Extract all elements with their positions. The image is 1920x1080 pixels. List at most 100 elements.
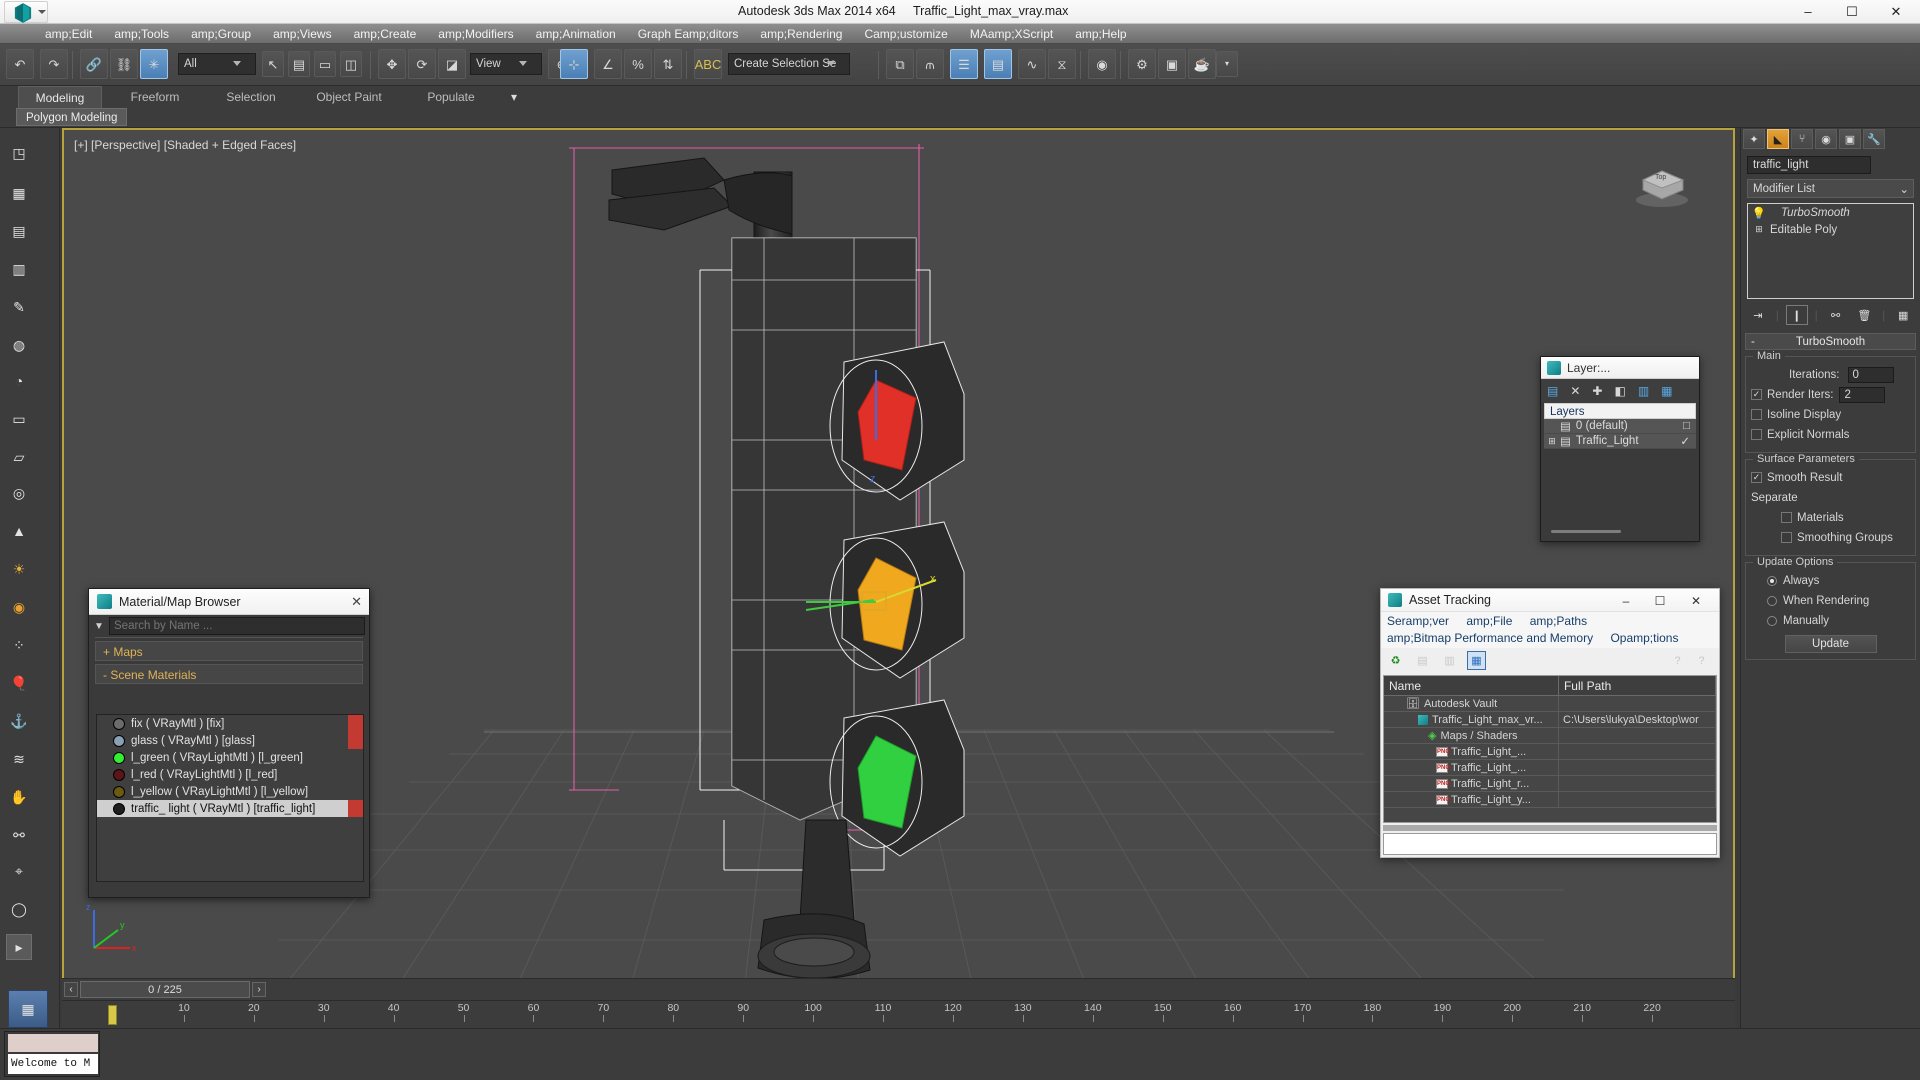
create-tab-icon[interactable]: ✦ bbox=[1743, 129, 1765, 149]
column-header-full-path[interactable]: Full Path bbox=[1559, 676, 1716, 695]
select-object-icon[interactable]: ↖ bbox=[262, 51, 284, 77]
update-button[interactable]: Update bbox=[1784, 635, 1877, 653]
window-crossing-icon[interactable]: ◫ bbox=[340, 51, 362, 77]
explicit-normals-checkbox[interactable] bbox=[1751, 429, 1762, 440]
expand-tools-icon[interactable]: ▸ bbox=[6, 934, 32, 960]
close-icon[interactable]: ✕ bbox=[351, 594, 362, 610]
asset-tracking-dialog[interactable]: Asset Tracking – ☐ ✕ Seramp;ver amp;File… bbox=[1380, 588, 1720, 858]
menu-item-edit[interactable]: amp;Edit bbox=[34, 24, 103, 44]
list-view-icon[interactable]: ▤ bbox=[1413, 651, 1432, 670]
render-dropdown-icon[interactable]: ▾ bbox=[1216, 51, 1238, 77]
menu-item-views[interactable]: amp;Views bbox=[262, 24, 342, 44]
track-bar[interactable]: 10 20 30 40 50 60 70 80 90 100 110 120 130 140 150 160 1… bbox=[62, 1000, 1735, 1028]
menu-item-help[interactable]: amp;Help bbox=[1064, 24, 1137, 44]
select-scale-icon[interactable]: ◪ bbox=[438, 49, 466, 79]
minimize-button[interactable]: – bbox=[1786, 0, 1830, 23]
render-frame-window-icon[interactable]: ▣ bbox=[1158, 49, 1186, 79]
mini-listener-input[interactable] bbox=[8, 1034, 98, 1052]
mirror-icon[interactable]: ⧉ bbox=[886, 49, 914, 79]
asset-horizontal-scrollbar[interactable] bbox=[1383, 825, 1717, 831]
ribbon-tab-object-paint[interactable]: Object Paint bbox=[300, 86, 398, 108]
balloon-icon[interactable]: 🎈 bbox=[6, 670, 32, 696]
motion-tab-icon[interactable]: ◉ bbox=[1815, 129, 1837, 149]
mini-listener-output[interactable]: Welcome to M bbox=[8, 1054, 98, 1074]
ribbon-tab-modeling[interactable]: Modeling bbox=[18, 86, 102, 108]
select-objects-icon[interactable]: ◧ bbox=[1614, 384, 1625, 398]
viewport-label[interactable]: [+] [Perspective] [Shaded + Edged Faces] bbox=[74, 138, 296, 152]
configure-modifier-sets-icon[interactable]: ▦ bbox=[1892, 305, 1914, 325]
separate-materials-checkbox[interactable] bbox=[1781, 512, 1792, 523]
select-tool-icon[interactable]: ◳ bbox=[6, 140, 32, 166]
coordinate-system-combo[interactable]: View bbox=[470, 53, 542, 75]
modifier-list-combo[interactable]: Modifier List ⌄ bbox=[1747, 179, 1914, 198]
plus-box-icon[interactable]: ⊞ bbox=[1751, 224, 1767, 235]
cone-tool-icon[interactable]: ▲ bbox=[6, 518, 32, 544]
whats-this-icon[interactable]: ? bbox=[1692, 651, 1711, 670]
unlink-icon[interactable]: ⛓ bbox=[110, 49, 138, 79]
list-tool-icon[interactable]: ▥ bbox=[6, 256, 32, 282]
snap-toggle-icon[interactable]: ⊹ bbox=[560, 49, 588, 79]
grid-tool-icon[interactable]: ▦ bbox=[6, 180, 32, 206]
asset-row[interactable]: Traffic_Light_max_vr... C:\Users\lukya\D… bbox=[1384, 712, 1716, 728]
selection-filter-combo[interactable]: All bbox=[178, 53, 256, 75]
display-tab-icon[interactable]: ▣ bbox=[1839, 129, 1861, 149]
select-region-icon[interactable]: ▭ bbox=[314, 51, 336, 77]
select-rotate-icon[interactable]: ⟳ bbox=[408, 49, 436, 79]
named-selection-set-combo[interactable]: Create Selection Se bbox=[728, 53, 850, 75]
track-bar-playhead[interactable] bbox=[108, 1005, 117, 1025]
iterations-spinner[interactable]: 0 bbox=[1847, 366, 1894, 383]
create-layer-icon[interactable]: ▤ bbox=[1547, 384, 1558, 398]
maximize-button[interactable]: ☐ bbox=[1645, 589, 1675, 612]
menu-item-animation[interactable]: amp;Animation bbox=[525, 24, 627, 44]
ribbon-subtab-polygon-modeling[interactable]: Polygon Modeling bbox=[16, 108, 128, 126]
box-tool-icon[interactable]: ▤ bbox=[6, 218, 32, 244]
circle-tool-icon[interactable]: ◯ bbox=[6, 896, 32, 922]
material-list-item[interactable]: l_green ( VRayLightMtl ) [l_green] bbox=[97, 749, 363, 766]
hand-icon[interactable]: ✋ bbox=[6, 784, 32, 810]
asset-row[interactable]: ◈ Maps / Shaders bbox=[1384, 728, 1716, 744]
material-search-input[interactable] bbox=[109, 617, 365, 635]
undo-icon[interactable]: ↶ bbox=[6, 49, 34, 79]
object-name-field[interactable]: traffic_light bbox=[1747, 156, 1871, 174]
scene-materials-list[interactable]: fix ( VRayMtl ) [fix] glass ( VRayMtl ) … bbox=[96, 714, 364, 882]
sphere-tool-icon[interactable]: ◍ bbox=[6, 332, 32, 358]
show-end-result-icon[interactable]: ❙ bbox=[1785, 305, 1808, 325]
grid-view-icon[interactable]: ▦ bbox=[1467, 651, 1486, 670]
menu-item-bitmap-performance[interactable]: amp;Bitmap Performance and Memory bbox=[1387, 631, 1593, 645]
next-frame-button[interactable]: › bbox=[252, 982, 266, 997]
align-icon[interactable]: ⫙ bbox=[916, 49, 944, 79]
ribbon-tab-freeform[interactable]: Freeform bbox=[112, 86, 198, 108]
material-list-item[interactable]: l_red ( VRayLightMtl ) [l_red] bbox=[97, 766, 363, 783]
app-logo[interactable] bbox=[4, 1, 48, 23]
layer-visibility-state[interactable]: □ bbox=[1683, 420, 1690, 432]
menu-item-customize[interactable]: Camp;ustomize bbox=[853, 24, 958, 44]
select-link-icon[interactable]: 🔗 bbox=[80, 49, 108, 79]
filter-dropdown-icon[interactable]: ▼ bbox=[89, 621, 109, 632]
add-layer-icon[interactable]: ✚ bbox=[1592, 384, 1602, 398]
material-list-item[interactable]: glass ( VRayMtl ) [glass] bbox=[97, 732, 363, 749]
detail-view-icon[interactable]: ▥ bbox=[1440, 651, 1459, 670]
when-rendering-radio[interactable] bbox=[1767, 595, 1777, 606]
utilities-tab-icon[interactable]: 🔧 bbox=[1863, 129, 1885, 149]
asset-row[interactable]: PNG Traffic_Light_r... bbox=[1384, 776, 1716, 792]
minimize-button[interactable]: – bbox=[1611, 589, 1641, 612]
material-list-item[interactable]: fix ( VRayMtl ) [fix] bbox=[97, 715, 363, 732]
modifier-stack-item-editable-poly[interactable]: ⊞ Editable Poly bbox=[1748, 221, 1913, 238]
close-button[interactable]: ✕ bbox=[1681, 589, 1711, 612]
layer-props-icon[interactable]: ▦ bbox=[1661, 384, 1672, 398]
asset-row[interactable]: 🗄 Autodesk Vault bbox=[1384, 696, 1716, 712]
select-highlight-icon[interactable]: ▥ bbox=[1638, 384, 1649, 398]
layer-current-state[interactable]: ✓ bbox=[1680, 434, 1690, 448]
remove-modifier-icon[interactable]: 🗑 bbox=[1853, 305, 1875, 325]
modifier-stack[interactable]: 💡 TurboSmooth ⊞ Editable Poly bbox=[1747, 203, 1914, 299]
layer-scrollbar[interactable] bbox=[1551, 530, 1621, 533]
smooth-result-checkbox[interactable]: ✓ bbox=[1751, 472, 1762, 483]
menu-item-graph-editors[interactable]: Graph Eamp;ditors bbox=[627, 24, 750, 44]
material-list-item[interactable]: l_yellow ( VRayLightMtl ) [l_yellow] bbox=[97, 783, 363, 800]
sphere-light-icon[interactable]: ◉ bbox=[6, 594, 32, 620]
asset-row[interactable]: PNG Traffic_Light_... bbox=[1384, 744, 1716, 760]
menu-item-maxscript[interactable]: MAamp;XScript bbox=[959, 24, 1064, 44]
material-editor-icon[interactable]: ◉ bbox=[1088, 49, 1116, 79]
separate-smoothing-groups-checkbox[interactable] bbox=[1781, 532, 1792, 543]
target-icon[interactable]: ⌖ bbox=[6, 858, 32, 884]
